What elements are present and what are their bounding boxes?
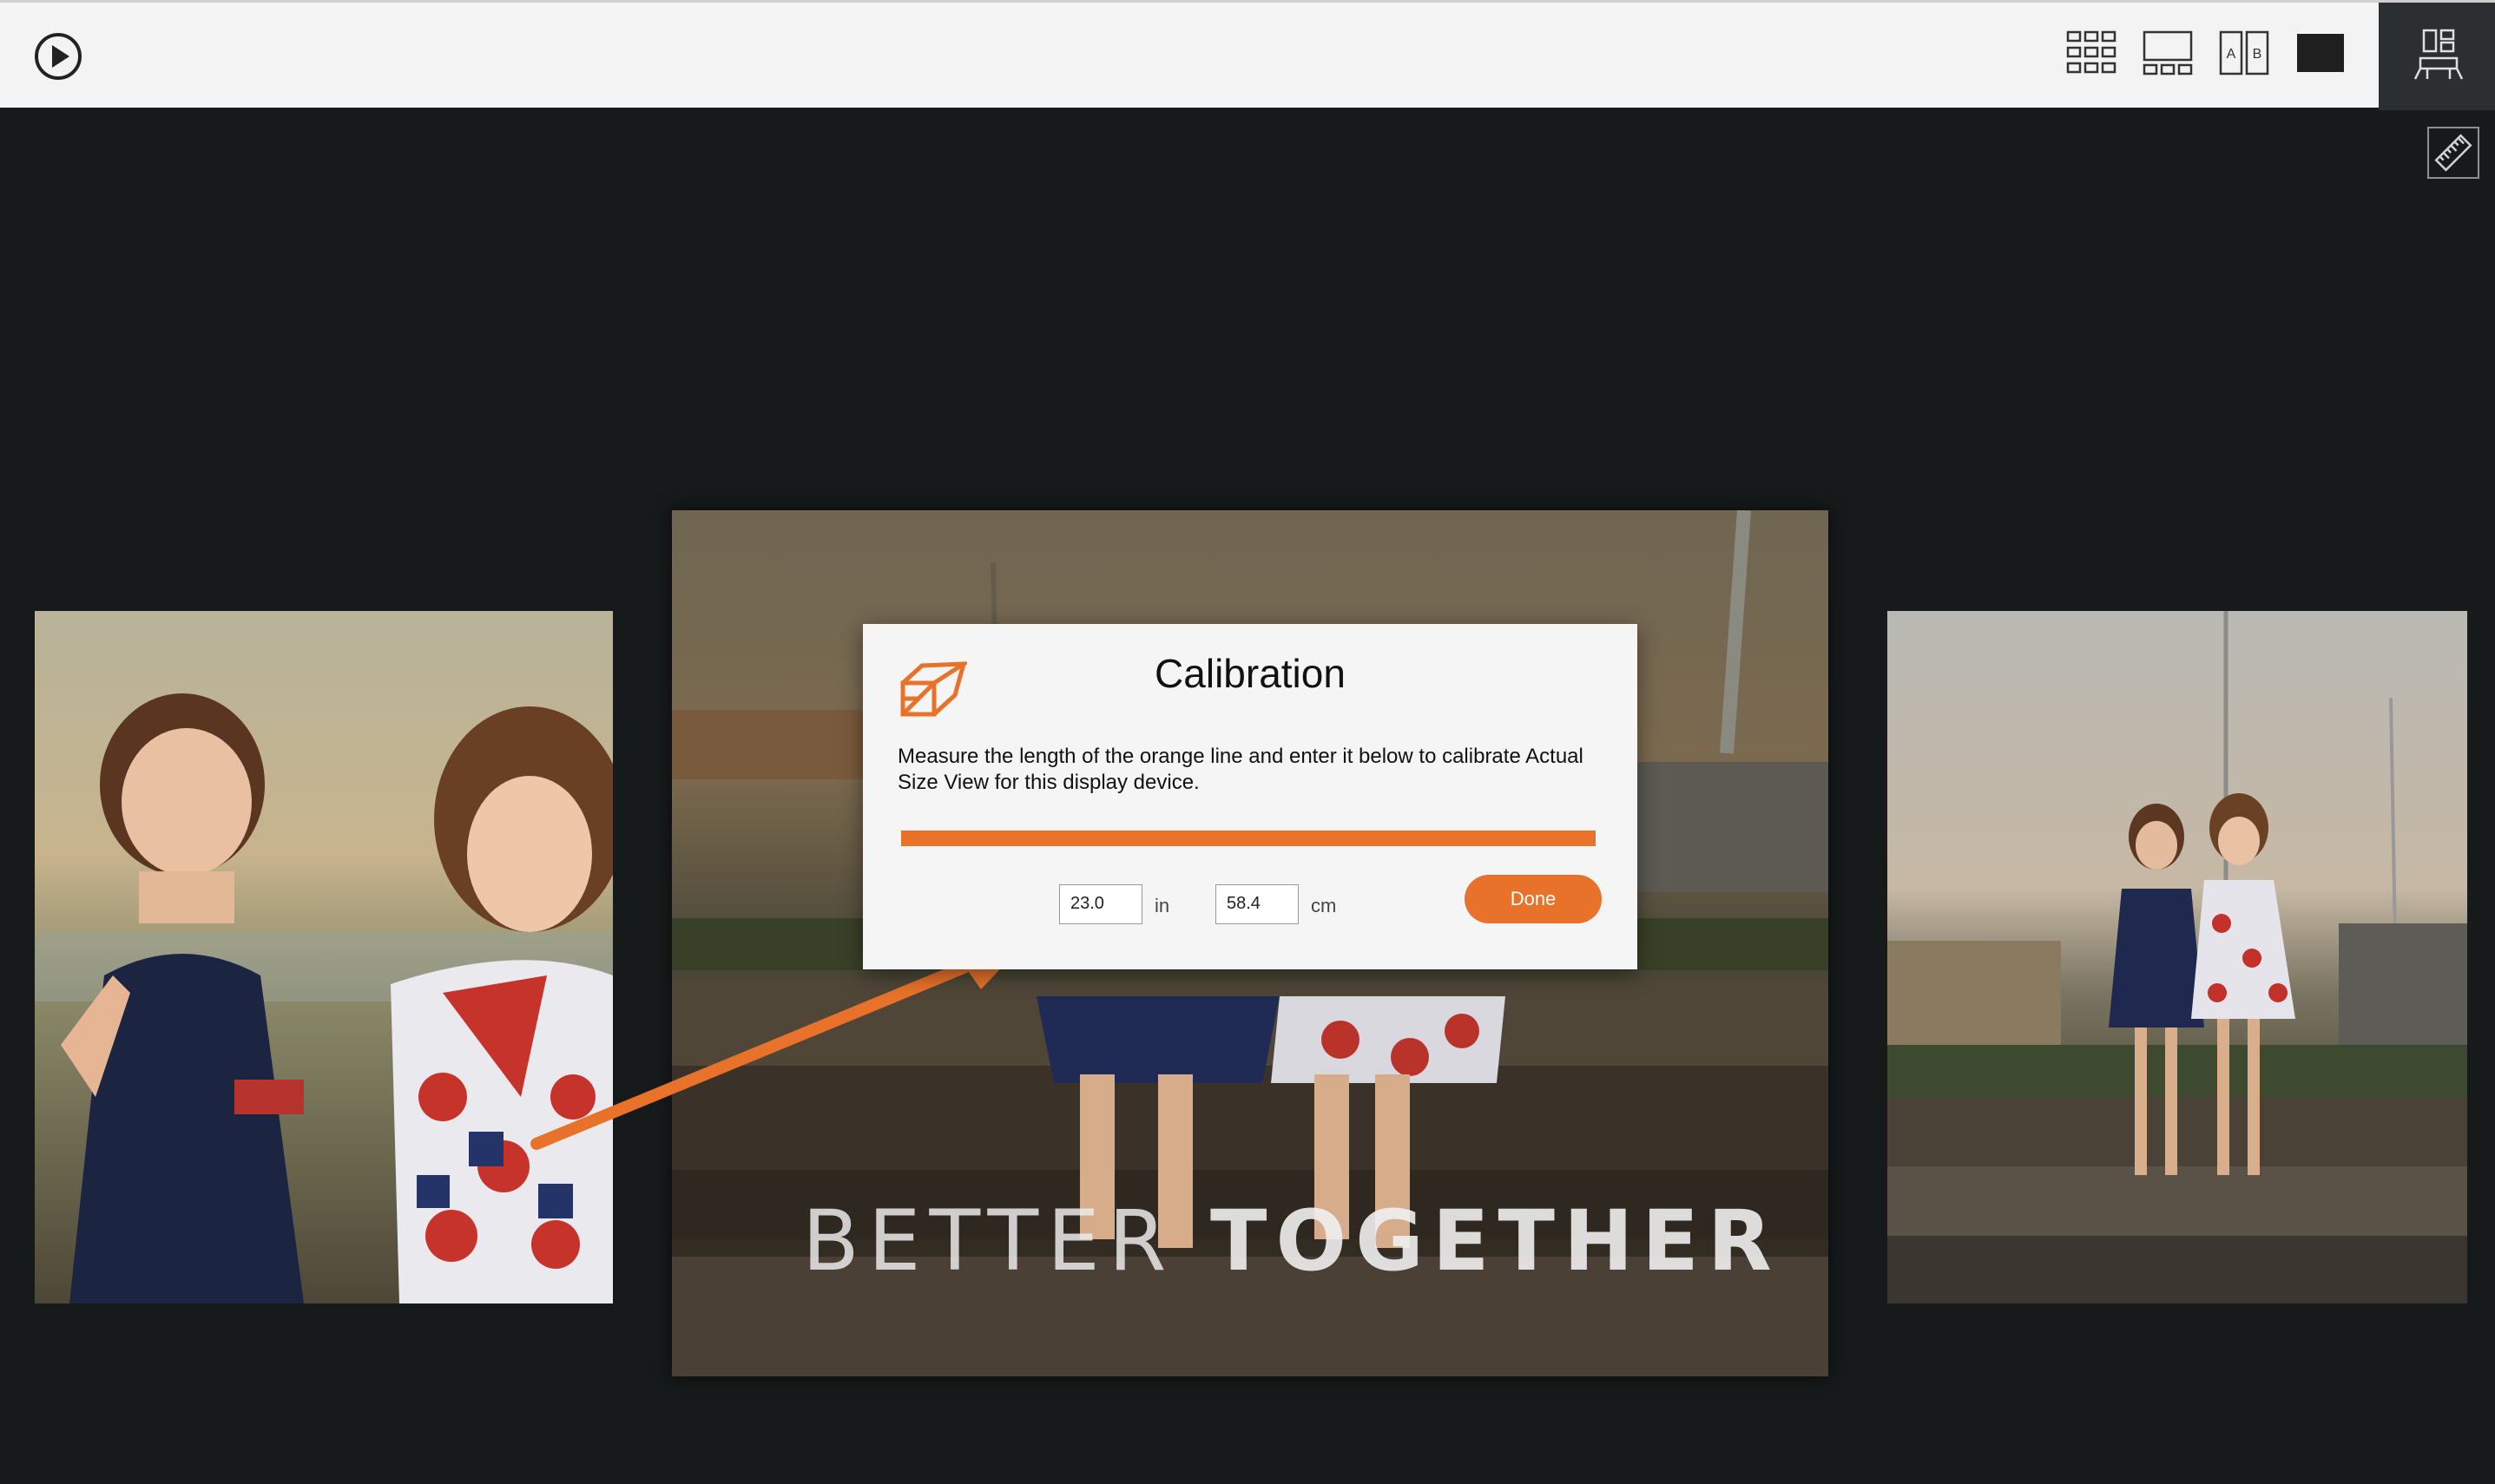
headline-word-2: TOGETHER — [1209, 1192, 1781, 1290]
done-button[interactable]: Done — [1465, 875, 1602, 923]
top-toolbar: A B — [0, 0, 2495, 110]
inches-unit-label: in — [1155, 895, 1170, 916]
photo-thumbnail-left[interactable] — [35, 611, 613, 1303]
photo-thumbnail-right[interactable] — [1887, 611, 2467, 1303]
dialog-instructions: Measure the length of the orange line an… — [898, 745, 1583, 794]
play-icon[interactable] — [33, 31, 83, 82]
grid-view-icon[interactable] — [2066, 29, 2116, 83]
inches-input[interactable]: 23.0 — [1059, 884, 1142, 924]
dialog-title: Calibration — [1155, 651, 1346, 696]
loupe-filmstrip-view-icon[interactable] — [2143, 29, 2193, 83]
headline-word-1: BETTER — [802, 1192, 1175, 1290]
svg-text:A: A — [2227, 47, 2236, 62]
centimeters-unit-label: cm — [1311, 895, 1337, 916]
single-view-icon[interactable] — [2295, 29, 2346, 83]
ruler-icon[interactable] — [2427, 127, 2479, 179]
slide-headline: BETTER TOGETHER — [802, 1192, 1772, 1290]
svg-text:B: B — [2253, 47, 2262, 62]
centimeters-input[interactable]: 58.4 — [1215, 884, 1299, 924]
calibration-line — [901, 831, 1596, 846]
calibration-dialog: Calibration Measure the length of the or… — [863, 624, 1637, 969]
side-panel-icon[interactable] — [2379, 3, 2495, 110]
compare-ab-view-icon[interactable]: A B — [2219, 29, 2269, 83]
